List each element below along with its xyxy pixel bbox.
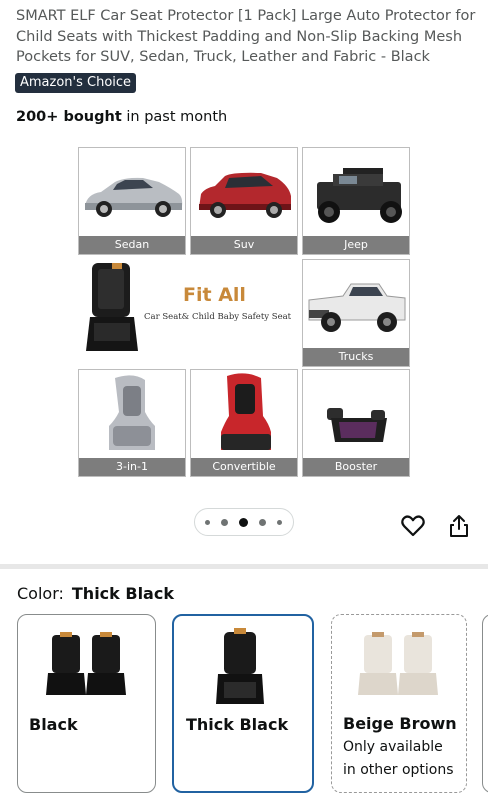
sedan-tile: Sedan xyxy=(78,147,186,255)
trucks-tile: Trucks xyxy=(302,259,410,367)
bought-count-rest: in past month xyxy=(121,109,228,125)
pager-dot-1[interactable] xyxy=(205,520,210,525)
fit-all-subtitle: Car Seat& Child Baby Safety Seat xyxy=(144,312,292,322)
jeep-tile: Jeep xyxy=(302,147,410,255)
beige-brown-protector-image xyxy=(358,632,438,695)
color-selection-label: Color: Thick Black xyxy=(17,584,174,604)
caption-suv: Suv xyxy=(191,236,297,254)
bought-count: 200+ bought in past month xyxy=(16,107,227,127)
color-option-thick-black[interactable]: Thick Black xyxy=(172,614,314,793)
availability-note-line2: in other options xyxy=(343,762,454,778)
image-pager[interactable] xyxy=(194,508,294,536)
caption-jeep: Jeep xyxy=(303,236,409,254)
product-title: SMART ELF Car Seat Protector [1 Pack] La… xyxy=(16,8,476,65)
caption-trucks: Trucks xyxy=(303,348,409,366)
fit-all-title: Fit All xyxy=(183,284,246,306)
pager-dot-5[interactable] xyxy=(277,520,282,525)
suv-image xyxy=(199,172,291,218)
jeep-image xyxy=(317,168,402,223)
suv-tile: Suv xyxy=(190,147,298,255)
color-option-black-name: Black xyxy=(29,715,78,734)
booster-seat-image xyxy=(327,408,387,442)
color-option-black[interactable]: Black xyxy=(17,614,156,793)
color-option-more[interactable] xyxy=(482,614,488,793)
share-icon[interactable] xyxy=(447,513,471,539)
bought-count-bold: 200+ bought xyxy=(16,109,122,125)
sedan-image xyxy=(85,177,183,217)
selected-color-value: Thick Black xyxy=(71,584,174,603)
caption-sedan: Sedan xyxy=(79,236,185,254)
black-protector-image xyxy=(46,632,126,695)
three-in-one-tile: 3-in-1 xyxy=(78,369,186,477)
fit-all-banner: Fit All Car Seat& Child Baby Safety Seat xyxy=(78,257,300,367)
car-seat-protector-image xyxy=(86,263,138,351)
section-divider xyxy=(0,564,488,569)
convertible-seat-image xyxy=(221,373,271,450)
color-label: Color: xyxy=(17,584,64,603)
booster-tile: Booster xyxy=(302,369,410,477)
color-option-beige-brown[interactable]: Beige Brown Only available in other opti… xyxy=(331,614,467,793)
truck-image xyxy=(308,283,406,332)
availability-note-line1: Only available xyxy=(343,739,443,755)
pager-dot-2[interactable] xyxy=(221,519,228,526)
three-in-one-seat-image xyxy=(109,375,155,450)
color-option-thick-black-name: Thick Black xyxy=(186,715,289,734)
color-option-beige-brown-name: Beige Brown xyxy=(343,714,457,733)
heart-icon[interactable] xyxy=(400,513,426,539)
product-image-gallery[interactable]: Sedan Suv Jeep Fit All Car Seat& Child B… xyxy=(78,147,410,477)
amazons-choice-badge[interactable]: Amazon's Choice xyxy=(15,73,137,93)
pager-dot-4[interactable] xyxy=(259,519,266,526)
thick-black-protector-image xyxy=(216,628,264,704)
caption-booster: Booster xyxy=(303,458,409,476)
caption-convertible: Convertible xyxy=(191,458,297,476)
convertible-tile: Convertible xyxy=(190,369,298,477)
caption-three-in-one: 3-in-1 xyxy=(79,458,185,476)
pager-dot-3[interactable] xyxy=(239,518,248,527)
